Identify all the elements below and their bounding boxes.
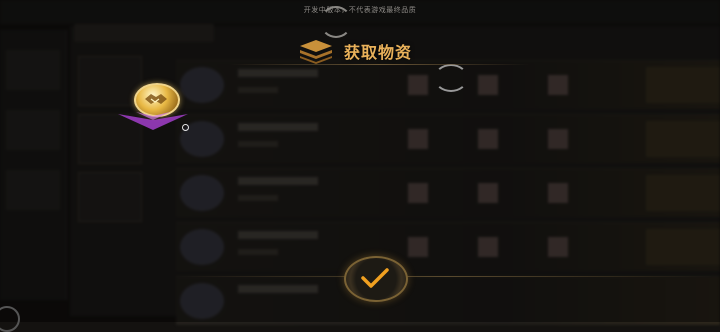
- title-divider: [230, 64, 530, 65]
- loading-spinner-icon: [434, 64, 468, 92]
- indicator-dot: [182, 124, 189, 131]
- checkmark-icon: [361, 268, 389, 288]
- dev-version-notice: 开发中版本，不代表游戏最终品质: [303, 7, 417, 14]
- bottom-divider: [176, 276, 716, 277]
- purple-rarity-diamond: [118, 112, 188, 130]
- dialog-title: 获取物资: [344, 43, 413, 62]
- loading-spinner-icon: [320, 6, 352, 38]
- dialog-header: 获取物资: [296, 38, 412, 64]
- stacked-supplies-icon: [296, 38, 336, 64]
- corner-circle-icon: [0, 306, 20, 332]
- confirm-button[interactable]: [344, 256, 408, 302]
